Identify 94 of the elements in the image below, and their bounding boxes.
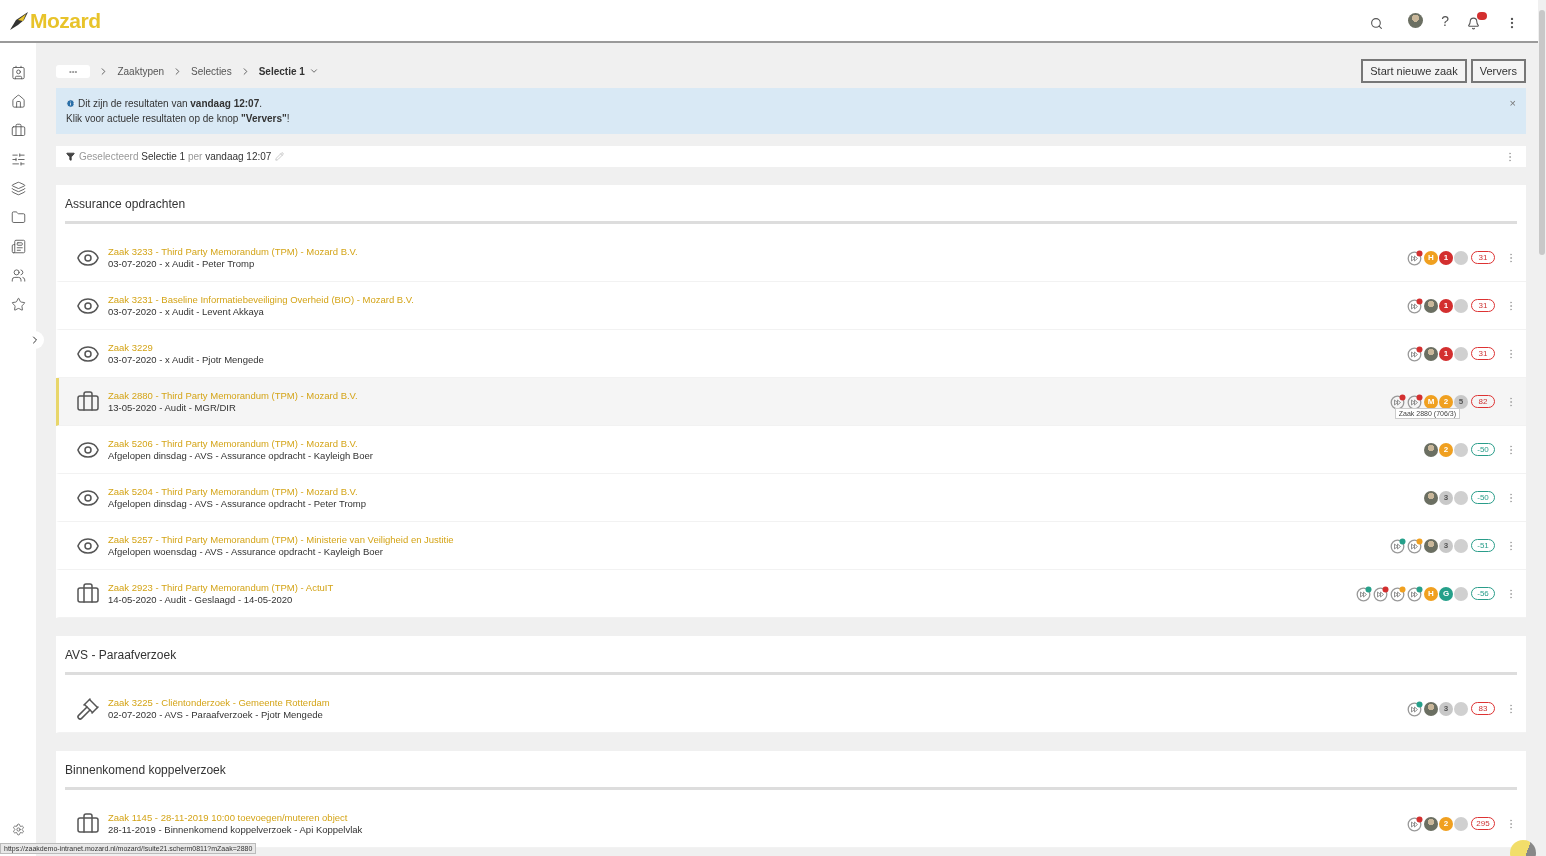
- letter-badge: 1: [1439, 298, 1453, 313]
- breadcrumb-item[interactable]: Selecties: [191, 65, 232, 77]
- home-icon[interactable]: [10, 94, 26, 109]
- avatar: [1424, 490, 1438, 505]
- letter-badge: 3: [1439, 490, 1453, 505]
- empty-badge: [1454, 346, 1468, 361]
- letter-badge: M: [1424, 394, 1438, 409]
- case-row[interactable]: Zaak 3225 - Cliëntonderzoek - Gemeente Rotterdam 02-07-2020 - AVS - Paraafverzoek - Pjotr Mengede 3 83: [56, 685, 1526, 733]
- status-icon[interactable]: [1407, 815, 1423, 832]
- case-details: 13-05-2020 - Audit - MGR/DIR: [108, 401, 237, 414]
- info-text: Dit zijn de resultaten van vandaag 12:07.: [78, 97, 262, 111]
- filter-icon: [66, 152, 75, 161]
- folder-icon[interactable]: [10, 210, 26, 225]
- layers-icon[interactable]: [10, 181, 26, 196]
- status-icon[interactable]: [1390, 585, 1406, 602]
- letter-badge: G: [1439, 586, 1453, 601]
- status-icon[interactable]: [1390, 393, 1406, 410]
- newspaper-icon[interactable]: [10, 239, 26, 254]
- briefcase-icon[interactable]: [10, 123, 26, 138]
- sliders-icon[interactable]: [10, 152, 26, 167]
- empty-badge: [1454, 586, 1468, 601]
- empty-badge: [1454, 250, 1468, 265]
- letter-badge: 2: [1439, 442, 1453, 457]
- breadcrumb-item[interactable]: Zaaktypen: [117, 65, 165, 77]
- pencil-logo-icon: [8, 9, 30, 32]
- case-row[interactable]: Zaak 3231 - Baseline Informatiebeveiliging Overheid (BIO) - Mozard B.V. 03-07-2020 - x Audit - Levent Akkaya 1 31: [56, 282, 1526, 330]
- status-icon[interactable]: [1356, 585, 1372, 602]
- empty-badge: [1454, 442, 1468, 457]
- avatar[interactable]: [1408, 13, 1424, 28]
- letter-badge: 3: [1439, 538, 1453, 553]
- case-details: Afgelopen woensdag - AVS - Assurance opdracht - Kayleigh Boer: [108, 545, 384, 558]
- users-icon[interactable]: [10, 268, 26, 283]
- case-details: 28-11-2019 - Binnenkomend koppelverzoek - Api Koppelvlak: [108, 823, 364, 836]
- bell-icon[interactable]: [1467, 11, 1487, 30]
- filter-text: Geselecteerd Selectie 1 per vandaag 12:07: [79, 151, 272, 162]
- avatar: [1424, 346, 1438, 361]
- letter-badge: 1: [1439, 346, 1453, 361]
- section-title: AVS - Paraafverzoek: [65, 636, 1517, 675]
- avatar: [1424, 298, 1438, 313]
- status-icon[interactable]: [1407, 585, 1423, 602]
- status-icon[interactable]: [1373, 585, 1389, 602]
- letter-badge: 2: [1439, 394, 1453, 409]
- status-icon[interactable]: [1407, 297, 1423, 314]
- case-details: Afgelopen dinsdag - AVS - Assurance opdracht - Peter Tromp: [108, 497, 368, 510]
- case-details: 02-07-2020 - AVS - Paraafverzoek - Pjotr Mengede: [108, 708, 324, 721]
- letter-badge: 5: [1454, 394, 1468, 409]
- letter-badge: 3: [1439, 701, 1453, 716]
- case-row[interactable]: Zaak 5206 - Third Party Memorandum (TPM) - Mozard B.V. Afgelopen dinsdag - AVS - Assurance opdracht - Kayleigh Boer 2 -50: [56, 426, 1526, 474]
- close-button[interactable]: ×: [1509, 96, 1516, 126]
- status-icon[interactable]: [1407, 700, 1423, 717]
- case-row[interactable]: Zaak 3233 - Third Party Memorandum (TPM) - Mozard B.V. 03-07-2020 - x Audit - Peter Tromp H 1 31: [56, 234, 1526, 282]
- case-row[interactable]: Zaak 5257 - Third Party Memorandum (TPM) - Ministerie van Veiligheid en Justitie Afgelopen woensdag - AVS - Assurance opdracht - Kayleigh Boer 3 -51: [56, 522, 1526, 570]
- status-icon[interactable]: [1407, 249, 1423, 266]
- case-details: Afgelopen dinsdag - AVS - Assurance opdracht - Kayleigh Boer: [108, 449, 374, 462]
- empty-badge: [1454, 490, 1468, 505]
- case-details: 03-07-2020 - x Audit - Peter Tromp: [108, 257, 256, 270]
- status-icon[interactable]: [1407, 393, 1423, 410]
- section-title: Binnenkomend koppelverzoek: [65, 751, 1517, 790]
- action-button[interactable]: Ververs: [1470, 59, 1526, 83]
- avatar: [1424, 816, 1438, 831]
- breadcrumb-item[interactable]: Selectie 1: [258, 65, 305, 77]
- section-title: Assurance opdrachten: [65, 185, 1517, 224]
- letter-badge: H: [1424, 586, 1438, 601]
- briefcase-icon: [76, 389, 100, 414]
- status-icon[interactable]: [1407, 537, 1423, 554]
- briefcase-icon: [76, 811, 100, 836]
- avatar: [1424, 442, 1438, 457]
- case-row[interactable]: Zaak 2923 - Third Party Memorandum (TPM) - ActuIT 14-05-2020 - Audit - Geslaagd - 14-05-2020 H G -56: [56, 570, 1526, 618]
- star-icon[interactable]: [10, 297, 26, 312]
- letter-badge: H: [1424, 250, 1438, 265]
- case-details: 14-05-2020 - Audit - Geslaagd - 14-05-2020: [108, 593, 294, 606]
- letter-badge: 2: [1439, 816, 1453, 831]
- action-button[interactable]: Start nieuwe zaak: [1361, 59, 1467, 83]
- empty-badge: [1454, 298, 1468, 313]
- info-icon: [66, 99, 75, 108]
- case-details: 03-07-2020 - x Audit - Pjotr Mengede: [108, 353, 265, 366]
- empty-badge: [1454, 816, 1468, 831]
- info-text: Klik voor actuele resultaten op de knop "Ververs"!: [66, 112, 290, 126]
- avatar: [1424, 538, 1438, 553]
- empty-badge: [1454, 701, 1468, 716]
- empty-badge: [1454, 538, 1468, 553]
- contact-card-icon[interactable]: [10, 65, 26, 80]
- case-details: 03-07-2020 - x Audit - Levent Akkaya: [108, 305, 265, 318]
- hammer-icon: [76, 696, 100, 721]
- status-icon[interactable]: [1407, 345, 1423, 362]
- dropdown-icon[interactable]: [308, 66, 319, 76]
- status-icon[interactable]: [1390, 537, 1406, 554]
- case-row[interactable]: Zaak 5204 - Third Party Memorandum (TPM) - Mozard B.V. Afgelopen dinsdag - AVS - Assurance opdracht - Peter Tromp 3 -50: [56, 474, 1526, 522]
- letter-badge: 1: [1439, 250, 1453, 265]
- briefcase-icon: [76, 581, 100, 606]
- avatar: [1424, 701, 1438, 716]
- logo: Mozard: [8, 8, 101, 33]
- help-link[interactable]: ?: [1441, 12, 1449, 29]
- settings-icon[interactable]: [11, 823, 25, 836]
